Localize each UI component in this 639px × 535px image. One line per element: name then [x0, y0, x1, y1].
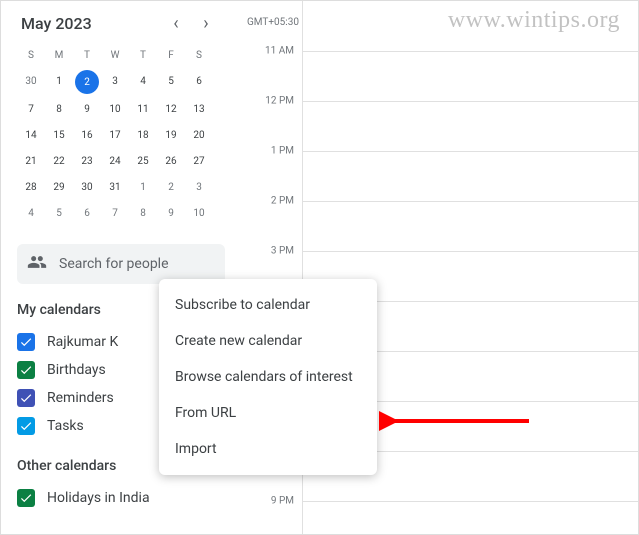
day-cell[interactable]: 26: [157, 148, 185, 174]
grid-line: [303, 501, 638, 502]
day-cell[interactable]: 5: [157, 68, 185, 94]
day-cell[interactable]: 8: [45, 96, 73, 122]
day-cell[interactable]: 31: [101, 174, 129, 200]
time-label: 2 PM: [271, 196, 294, 207]
day-cell[interactable]: 7: [17, 96, 45, 122]
day-cell[interactable]: 14: [17, 122, 45, 148]
dow-cell: S: [17, 42, 45, 68]
chevron-right-icon[interactable]: ›: [197, 13, 215, 34]
calendar-label: Rajkumar K: [47, 334, 118, 350]
month-nav: ‹ ›: [167, 13, 215, 34]
day-cell[interactable]: 2: [75, 70, 99, 94]
day-cell[interactable]: 18: [129, 122, 157, 148]
day-cell[interactable]: 2: [157, 174, 185, 200]
day-cell[interactable]: 11: [129, 96, 157, 122]
calendar-item[interactable]: Holidays in India: [17, 484, 233, 512]
menu-item[interactable]: Create new calendar: [159, 323, 377, 359]
dow-cell: S: [185, 42, 213, 68]
day-cell[interactable]: 5: [45, 200, 73, 226]
day-cell[interactable]: 21: [17, 148, 45, 174]
search-placeholder: Search for people: [59, 256, 169, 272]
month-title: May 2023: [21, 14, 92, 33]
day-cell[interactable]: 22: [45, 148, 73, 174]
time-label: 12 PM: [265, 96, 294, 107]
day-cell[interactable]: 15: [45, 122, 73, 148]
checkbox-icon[interactable]: [17, 361, 35, 379]
people-icon: [27, 252, 47, 276]
day-cell[interactable]: 30: [73, 174, 101, 200]
day-cell[interactable]: 23: [73, 148, 101, 174]
calendar-label: Reminders: [47, 390, 114, 406]
time-label: 1 PM: [271, 146, 294, 157]
day-cell[interactable]: 29: [45, 174, 73, 200]
day-cell[interactable]: 4: [129, 68, 157, 94]
day-cell[interactable]: 1: [45, 68, 73, 94]
search-people-input[interactable]: Search for people: [17, 244, 225, 284]
day-cell[interactable]: 17: [101, 122, 129, 148]
calendar-label: Holidays in India: [47, 490, 150, 506]
mini-calendar: SMTWTFS 30123456789101112131415161718192…: [17, 42, 233, 226]
add-calendar-menu: Subscribe to calendarCreate new calendar…: [159, 279, 377, 475]
day-cell[interactable]: 1: [129, 174, 157, 200]
day-cell[interactable]: 12: [157, 96, 185, 122]
day-cell[interactable]: 6: [185, 68, 213, 94]
chevron-left-icon[interactable]: ‹: [167, 13, 185, 34]
calendar-label: Tasks: [47, 418, 84, 434]
day-cell[interactable]: 10: [101, 96, 129, 122]
checkbox-icon[interactable]: [17, 489, 35, 507]
checkbox-icon[interactable]: [17, 417, 35, 435]
checkbox-icon[interactable]: [17, 389, 35, 407]
day-cell[interactable]: 16: [73, 122, 101, 148]
grid-line: [303, 201, 638, 202]
day-cell[interactable]: 25: [129, 148, 157, 174]
day-cell[interactable]: 10: [185, 200, 213, 226]
time-label: 9 PM: [271, 496, 294, 507]
day-cell[interactable]: 4: [17, 200, 45, 226]
day-cell[interactable]: 8: [129, 200, 157, 226]
dow-cell: T: [73, 42, 101, 68]
day-cell[interactable]: 3: [101, 68, 129, 94]
day-cell[interactable]: 19: [157, 122, 185, 148]
day-cell[interactable]: 27: [185, 148, 213, 174]
checkbox-icon[interactable]: [17, 333, 35, 351]
dow-cell: T: [129, 42, 157, 68]
day-cell[interactable]: 20: [185, 122, 213, 148]
menu-item[interactable]: From URL: [159, 395, 377, 431]
day-cell[interactable]: 7: [101, 200, 129, 226]
day-cell[interactable]: 13: [185, 96, 213, 122]
grid-line: [303, 251, 638, 252]
day-cell[interactable]: 6: [73, 200, 101, 226]
menu-item[interactable]: Subscribe to calendar: [159, 287, 377, 323]
day-cell[interactable]: 28: [17, 174, 45, 200]
time-label: 3 PM: [271, 246, 294, 257]
day-cell[interactable]: 3: [185, 174, 213, 200]
menu-item[interactable]: Import: [159, 431, 377, 467]
dow-cell: W: [101, 42, 129, 68]
grid-line: [303, 151, 638, 152]
calendar-label: Birthdays: [47, 362, 106, 378]
dow-cell: F: [157, 42, 185, 68]
day-cell[interactable]: 30: [17, 68, 45, 94]
grid-line: [303, 101, 638, 102]
grid-line: [303, 51, 638, 52]
day-cell[interactable]: 24: [101, 148, 129, 174]
day-cell[interactable]: 9: [73, 96, 101, 122]
menu-item[interactable]: Browse calendars of interest: [159, 359, 377, 395]
day-cell[interactable]: 9: [157, 200, 185, 226]
time-label: 11 AM: [265, 46, 294, 57]
dow-cell: M: [45, 42, 73, 68]
